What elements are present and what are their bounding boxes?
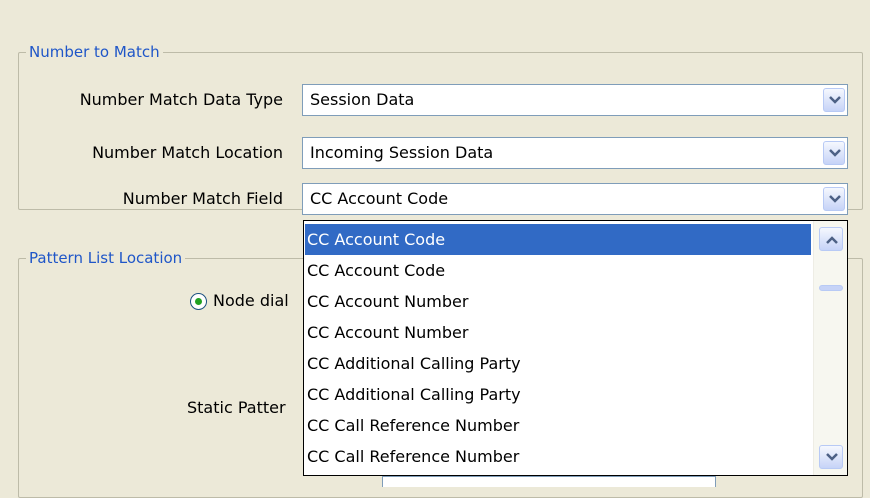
chevron-up-icon — [826, 236, 838, 244]
chevron-down-icon — [829, 195, 841, 203]
number-match-field-dropdown-list[interactable]: CC Account Code CC Account Code CC Accou… — [303, 220, 848, 476]
number-to-match-legend: Number to Match — [26, 42, 163, 62]
number-match-field-label: Number Match Field — [122, 189, 283, 208]
scroll-thumb[interactable] — [819, 285, 843, 291]
number-match-location-value: Incoming Session Data — [310, 143, 494, 162]
data-type-dropdown-button[interactable] — [823, 88, 845, 112]
list-item[interactable]: CC Account Number — [305, 317, 811, 348]
list-item[interactable]: CC Account Code — [305, 224, 811, 255]
list-item[interactable]: CC Call Reference Number — [305, 410, 811, 441]
static-pattern-label: Static Patter — [187, 398, 286, 417]
list-item[interactable]: CC Additional Calling Party — [305, 348, 811, 379]
dropdown-scrollbar[interactable] — [813, 221, 847, 475]
chevron-down-icon — [826, 453, 838, 461]
field-dropdown-button[interactable] — [823, 187, 845, 211]
chevron-down-icon — [829, 96, 841, 104]
scroll-down-button[interactable] — [819, 445, 843, 469]
node-dial-label: Node dial — [213, 291, 289, 310]
list-item[interactable]: CC Account Code — [305, 255, 811, 286]
chevron-down-icon — [829, 149, 841, 157]
node-dial-radio[interactable] — [190, 293, 207, 310]
number-match-data-type-value: Session Data — [310, 90, 415, 109]
list-item[interactable]: CC Call Reference Number — [305, 441, 811, 472]
number-match-field-select[interactable]: CC Account Code — [302, 183, 848, 215]
static-pattern-field[interactable] — [382, 476, 716, 487]
radio-selected-dot — [195, 298, 202, 305]
number-match-data-type-label: Number Match Data Type — [79, 90, 283, 109]
number-match-location-select[interactable]: Incoming Session Data — [302, 137, 848, 169]
list-item[interactable]: CC Additional Calling Party — [305, 379, 811, 410]
number-match-field-value: CC Account Code — [310, 189, 449, 208]
location-dropdown-button[interactable] — [823, 141, 845, 165]
number-match-location-label: Number Match Location — [92, 143, 283, 162]
scroll-up-button[interactable] — [819, 227, 843, 251]
number-match-data-type-select[interactable]: Session Data — [302, 84, 848, 116]
list-item[interactable]: CC Account Number — [305, 286, 811, 317]
pattern-list-location-legend: Pattern List Location — [26, 248, 186, 268]
